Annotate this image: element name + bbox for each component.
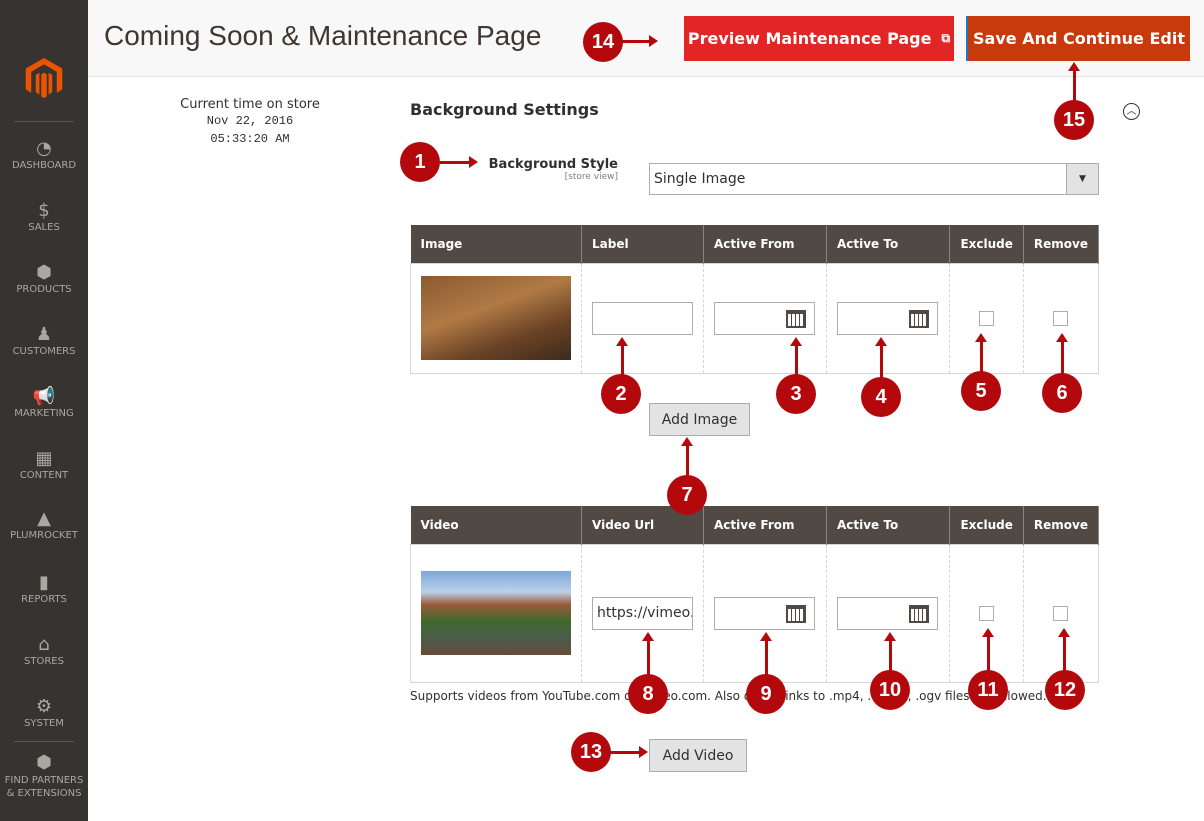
- sidebar-item-content[interactable]: ▦ CONTENT: [0, 448, 88, 481]
- cube-icon: ⬢: [36, 752, 52, 773]
- marker-13: 13: [571, 732, 611, 772]
- gear-icon: ⚙: [35, 696, 53, 717]
- layout-icon: ▦: [35, 448, 53, 469]
- page-title: Coming Soon & Maintenance Page: [104, 20, 542, 51]
- sidebar-item-customers[interactable]: ♟ CUSTOMERS: [0, 324, 88, 357]
- external-link-icon: ⧉: [941, 31, 951, 45]
- save-continue-button[interactable]: Save And Continue Edit: [966, 16, 1190, 61]
- marker-3: 3: [776, 374, 816, 414]
- section-title: Background Settings: [410, 100, 599, 119]
- marker-arrow: [620, 35, 658, 47]
- sidebar-item-system[interactable]: ⚙ SYSTEM: [0, 696, 88, 729]
- background-style-label: Background Style [store view]: [488, 157, 618, 182]
- marker-arrow: [875, 337, 887, 380]
- calendar-icon[interactable]: [786, 309, 806, 328]
- admin-sidebar: ◔ DASHBOARD $ SALES ⬢ PRODUCTS ♟ CUSTOMERS 📢…: [0, 0, 88, 821]
- marker-arrow: [608, 746, 648, 758]
- video-table: Video Video Url Active From Active To Ex…: [410, 506, 1100, 683]
- table-row: [410, 263, 1099, 373]
- calendar-icon[interactable]: [908, 604, 929, 623]
- sidebar-item-reports[interactable]: ▮ REPORTS: [0, 572, 88, 605]
- background-style-select[interactable]: Single Image ▼: [649, 163, 1099, 195]
- marker-2: 2: [601, 374, 641, 414]
- background-image-thumbnail: [421, 276, 571, 360]
- magento-logo[interactable]: [24, 58, 64, 100]
- marker-5: 5: [961, 371, 1001, 411]
- box-icon: ⬢: [36, 262, 52, 283]
- marker-15: 15: [1054, 100, 1094, 140]
- calendar-icon[interactable]: [908, 309, 929, 328]
- dollar-icon: $: [38, 200, 50, 221]
- marker-arrow: [760, 632, 772, 675]
- add-video-button[interactable]: Add Video: [649, 739, 747, 772]
- sidebar-item-products[interactable]: ⬢ PRODUCTS: [0, 262, 88, 295]
- marker-11: 11: [968, 670, 1008, 710]
- marker-7: 7: [667, 475, 707, 515]
- sidebar-item-stores[interactable]: ⌂ STORES: [0, 634, 88, 667]
- video-thumbnail: [421, 571, 571, 655]
- marker-1: 1: [400, 142, 440, 182]
- gauge-icon: ◔: [36, 138, 52, 159]
- exclude-checkbox[interactable]: [979, 310, 995, 326]
- label-input[interactable]: [592, 301, 693, 335]
- sidebar-item-sales[interactable]: $ SALES: [0, 200, 88, 233]
- marker-6: 6: [1042, 373, 1082, 413]
- chevron-down-icon: ▼: [1066, 164, 1098, 194]
- marker-arrow: [440, 156, 478, 168]
- video-url-input[interactable]: https://vimeo.: [592, 596, 693, 630]
- marker-arrow: [642, 632, 654, 675]
- marker-8: 8: [628, 674, 668, 714]
- collapse-icon[interactable]: ︿: [1123, 103, 1140, 120]
- active-from-input[interactable]: [714, 596, 815, 630]
- marker-14: 14: [583, 22, 623, 62]
- sidebar-item-dashboard[interactable]: ◔ DASHBOARD: [0, 138, 88, 171]
- sidebar-item-find-partners[interactable]: ⬢ FIND PARTNERS & EXTENSIONS: [0, 752, 88, 800]
- megaphone-icon: 📢: [32, 386, 56, 407]
- marker-arrow: [1058, 628, 1070, 671]
- marker-arrow: [1056, 333, 1068, 376]
- sidebar-item-marketing[interactable]: 📢 MARKETING: [0, 386, 88, 419]
- marker-4: 4: [861, 377, 901, 417]
- video-support-note: Supports videos from YouTube.com or Vime…: [410, 689, 1047, 703]
- exclude-checkbox[interactable]: [979, 605, 995, 621]
- remove-checkbox[interactable]: [1053, 310, 1069, 326]
- marker-arrow: [982, 628, 994, 671]
- store-icon: ⌂: [38, 634, 50, 655]
- active-from-input[interactable]: [714, 301, 815, 335]
- preview-maintenance-button[interactable]: Preview Maintenance Page ⧉: [684, 16, 954, 61]
- marker-10: 10: [870, 670, 910, 710]
- table-row: https://vimeo.: [410, 544, 1099, 682]
- active-to-input[interactable]: [836, 301, 938, 335]
- marker-12: 12: [1045, 670, 1085, 710]
- marker-9: 9: [746, 674, 786, 714]
- sidebar-item-plumrocket[interactable]: ▲ PLUMROCKET: [0, 508, 88, 541]
- plumrocket-icon: ▲: [37, 508, 51, 529]
- person-icon: ♟: [35, 324, 53, 345]
- image-table: Image Label Active From Active To Exclud…: [410, 225, 1100, 374]
- store-time: Current time on store Nov 22, 2016 05:33…: [180, 97, 320, 146]
- add-image-button[interactable]: Add Image: [649, 403, 750, 436]
- calendar-icon[interactable]: [786, 604, 806, 623]
- bar-chart-icon: ▮: [39, 572, 49, 593]
- remove-checkbox[interactable]: [1053, 605, 1069, 621]
- active-to-input[interactable]: [836, 596, 938, 630]
